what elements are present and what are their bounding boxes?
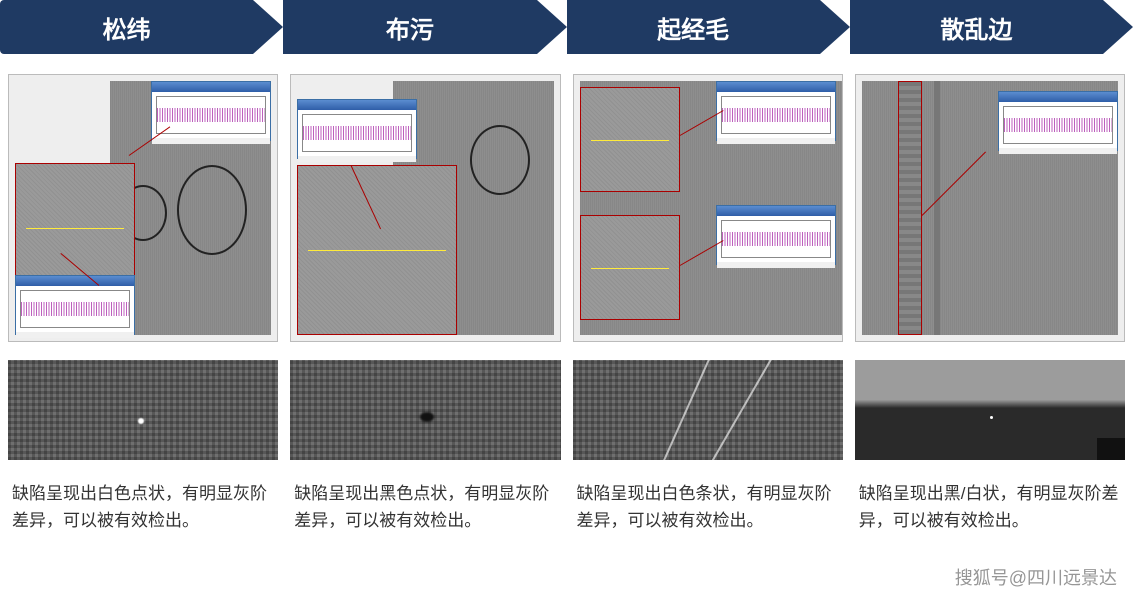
defect-thumbnail: [573, 360, 843, 460]
illustration-card: [8, 74, 278, 342]
defect-description: 缺陷呈现出黑色点状，有明显灰阶差异，可以被有效检出。: [290, 480, 560, 534]
illustration-card: [290, 74, 560, 342]
header-label: 布污: [386, 10, 434, 45]
chart-icon: [302, 114, 412, 152]
zoom-inset: [15, 163, 135, 293]
header-arrow-qijingmao: 起经毛: [567, 0, 850, 54]
profile-chart-window: [998, 91, 1118, 151]
profile-chart-window: [716, 81, 836, 141]
header-arrow-songwei: 松纬: [0, 0, 283, 54]
zoom-inset: [297, 165, 457, 335]
illustration-card: [855, 74, 1125, 342]
chart-icon: [1003, 106, 1113, 144]
defect-thumbnail: [855, 360, 1125, 460]
column-sanluanbian: 缺陷呈现出黑/白状，有明显灰阶差异，可以被有效检出。: [855, 74, 1125, 534]
profile-chart-window: [297, 99, 417, 159]
column-songwei: 缺陷呈现出白色点状，有明显灰阶差异，可以被有效检出。: [8, 74, 278, 534]
header-arrow-row: 松纬 布污 起经毛 散乱边: [0, 0, 1133, 54]
chart-icon: [721, 220, 831, 258]
edge-defect-strip: [898, 81, 922, 335]
chart-icon: [721, 96, 831, 134]
chart-icon: [20, 290, 130, 328]
header-label: 起经毛: [657, 10, 729, 45]
header-label: 散乱边: [940, 10, 1012, 45]
profile-chart-window: [151, 81, 271, 141]
profile-chart-window: [15, 275, 135, 335]
defect-circle-annotation: [470, 125, 530, 195]
header-label: 松纬: [103, 10, 151, 45]
defect-description: 缺陷呈现出白色点状，有明显灰阶差异，可以被有效检出。: [8, 480, 278, 534]
profile-chart-window: [716, 205, 836, 265]
content-row: 缺陷呈现出白色点状，有明显灰阶差异，可以被有效检出。 缺陷呈现出黑色点状，有明显…: [0, 74, 1133, 534]
header-arrow-buwu: 布污: [283, 0, 566, 54]
zoom-inset: [580, 215, 680, 320]
chart-icon: [156, 96, 266, 134]
header-arrow-sanluanbian: 散乱边: [850, 0, 1133, 54]
defect-thumbnail: [290, 360, 560, 460]
zoom-inset: [580, 87, 680, 192]
illustration-card: [573, 74, 843, 342]
defect-circle-annotation: [177, 165, 247, 255]
column-buwu: 缺陷呈现出黑色点状，有明显灰阶差异，可以被有效检出。: [290, 74, 560, 534]
defect-description: 缺陷呈现出白色条状，有明显灰阶差异，可以被有效检出。: [573, 480, 843, 534]
defect-thumbnail: [8, 360, 278, 460]
watermark: 搜狐号@四川远景达: [955, 564, 1117, 590]
column-qijingmao: 缺陷呈现出白色条状，有明显灰阶差异，可以被有效检出。: [573, 74, 843, 534]
defect-description: 缺陷呈现出黑/白状，有明显灰阶差异，可以被有效检出。: [855, 480, 1125, 534]
